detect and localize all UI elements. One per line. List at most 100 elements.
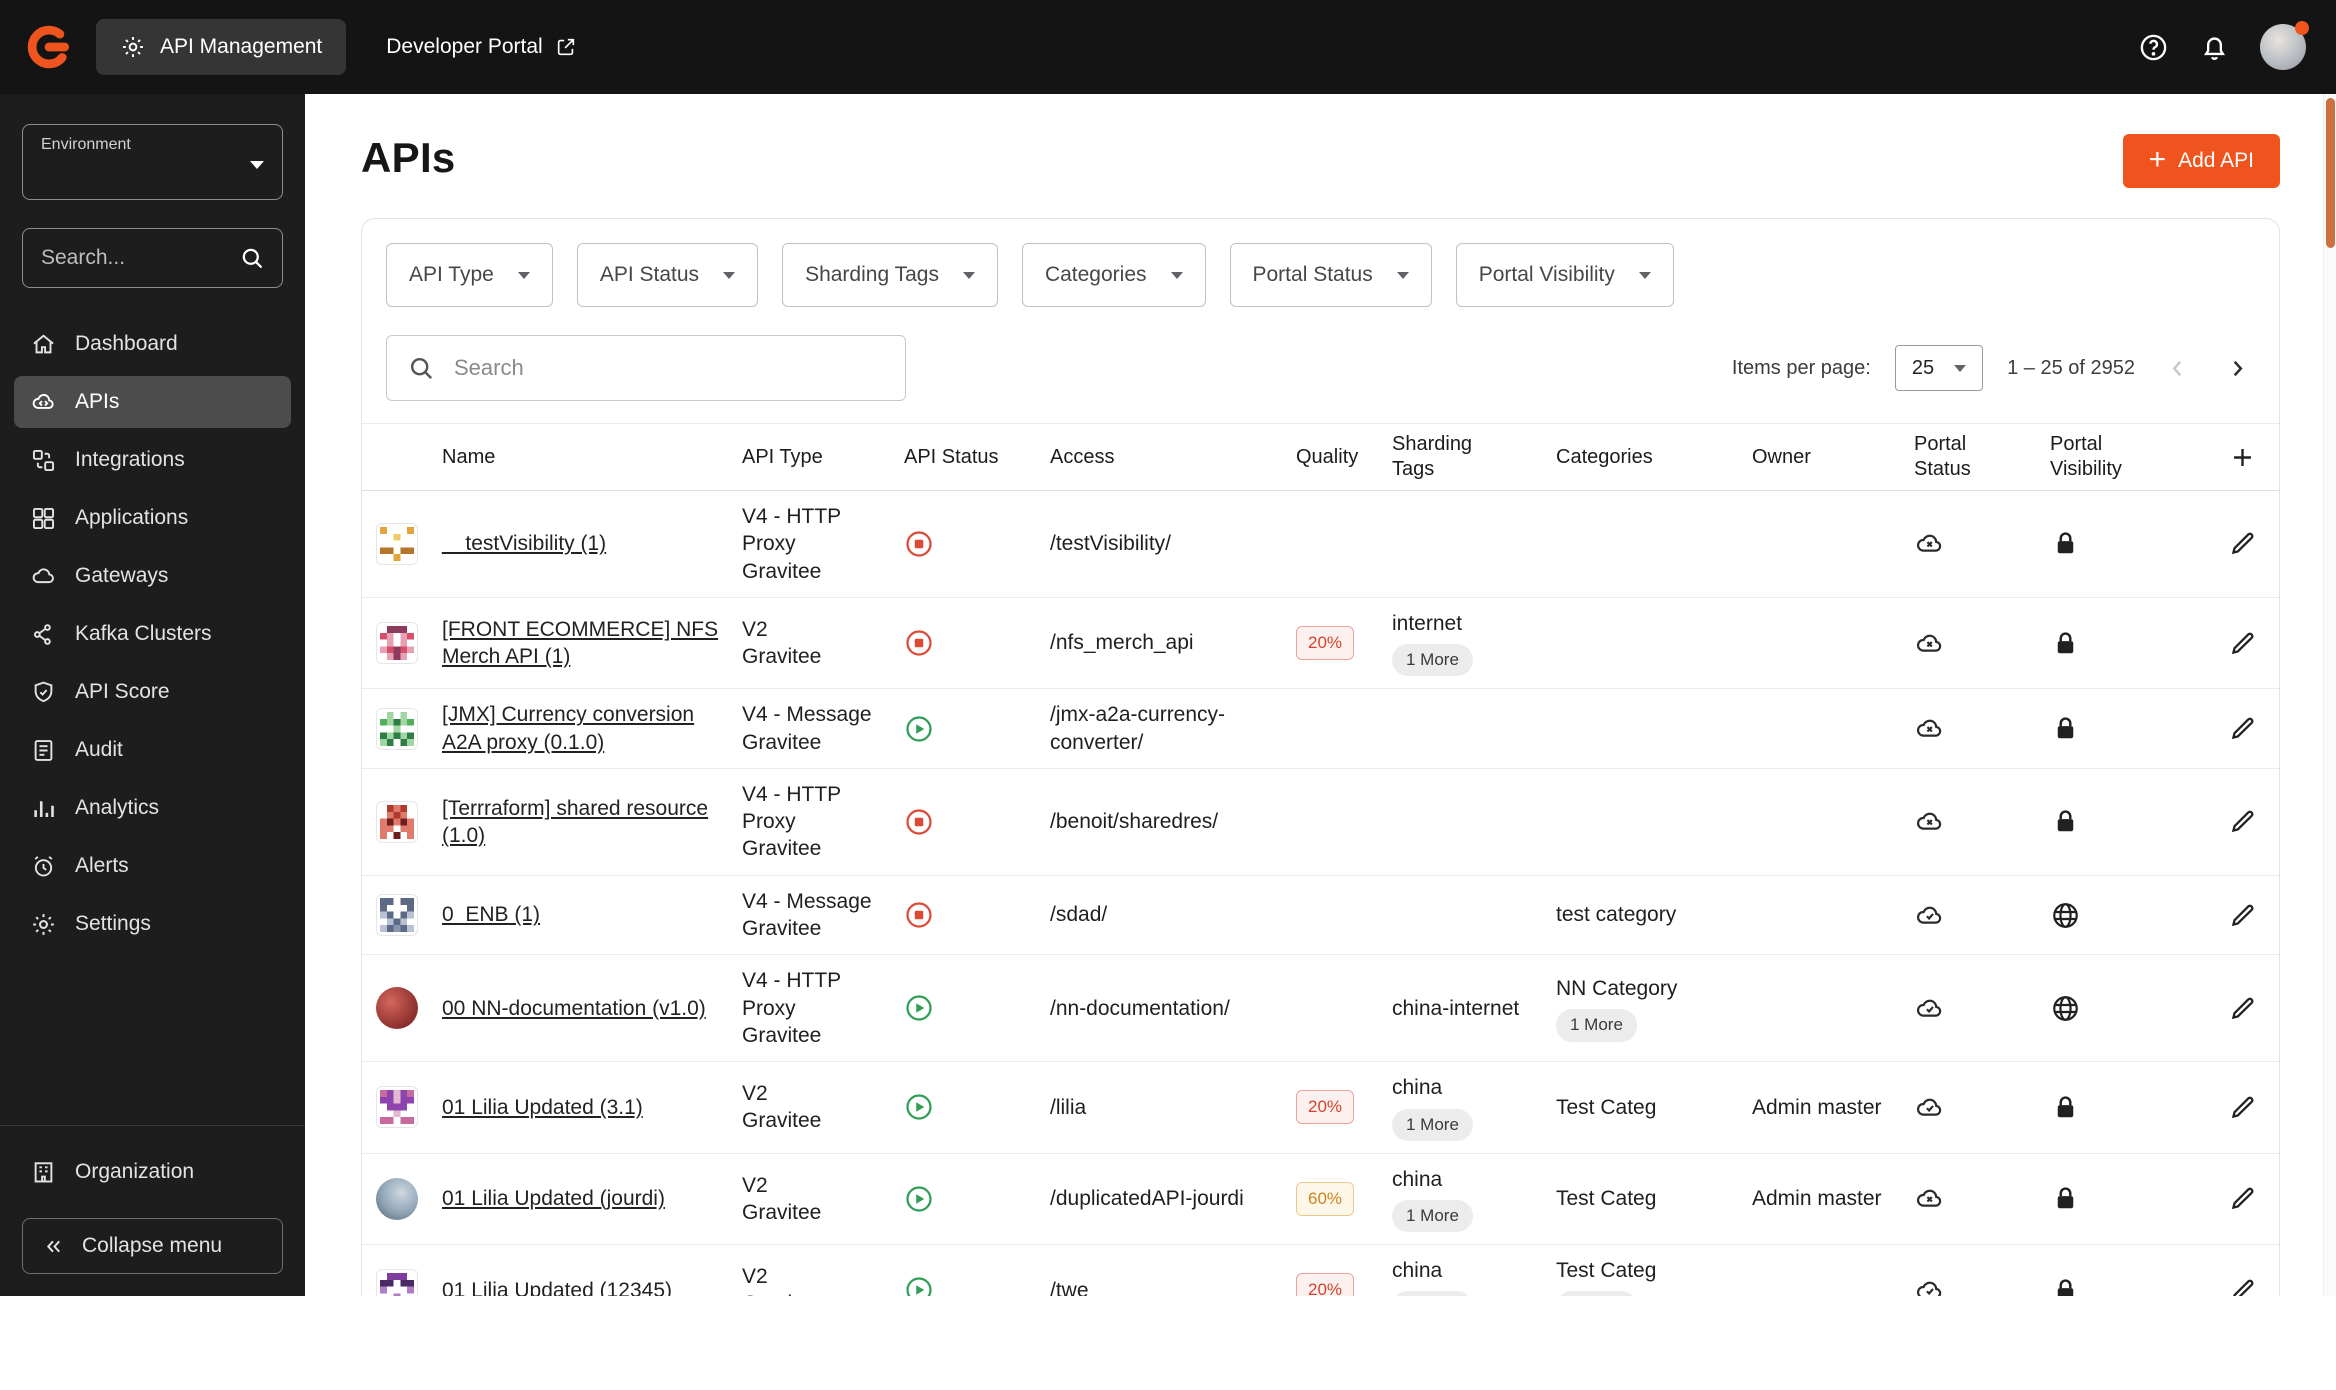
- quality-cell: 20%: [1296, 1090, 1392, 1124]
- portal-status-cell: [1914, 628, 2050, 659]
- gateways-icon: [30, 563, 57, 590]
- sidebar-item-settings[interactable]: Settings: [14, 898, 291, 950]
- sidebar-item-organization[interactable]: Organization: [14, 1146, 291, 1198]
- next-page-button[interactable]: [2219, 350, 2255, 386]
- filter-portal-status[interactable]: Portal Status: [1230, 243, 1432, 307]
- edit-api-button[interactable]: [2228, 1184, 2257, 1213]
- sharding-tag: china-internet: [1392, 995, 1519, 1022]
- categories-cell: test category: [1556, 901, 1752, 928]
- api-name-link[interactable]: [Terrraform] shared resource (1.0): [442, 797, 708, 847]
- notifications-button[interactable]: [2199, 32, 2230, 63]
- portal-status-cell: [1914, 1092, 2050, 1123]
- categories-more-chip[interactable]: 1 More: [1556, 1009, 1637, 1041]
- sidebar-search[interactable]: [22, 228, 283, 288]
- owner-cell: Admin master: [1752, 1094, 1914, 1121]
- sidebar-item-api-score[interactable]: API Score: [14, 666, 291, 718]
- filter-api-type[interactable]: API Type: [386, 243, 553, 307]
- help-button[interactable]: [2138, 32, 2169, 63]
- quality-badge: 20%: [1296, 1273, 1354, 1296]
- edit-api-button[interactable]: [2228, 994, 2257, 1023]
- add-column-button[interactable]: [2228, 443, 2257, 472]
- api-name-link[interactable]: 0_ENB (1): [442, 903, 540, 926]
- previous-page-button[interactable]: [2159, 350, 2195, 386]
- api-type-cell: V4 - MessageGravitee: [742, 701, 904, 756]
- sidebar-item-apis[interactable]: APIs: [14, 376, 291, 428]
- home-icon: [30, 331, 57, 358]
- collapse-menu-button[interactable]: Collapse menu: [22, 1218, 283, 1274]
- edit-api-button[interactable]: [2228, 807, 2257, 836]
- sidebar-item-alerts[interactable]: Alerts: [14, 840, 291, 892]
- chevron-left-icon: [2164, 355, 2191, 382]
- filter-sharding-tags[interactable]: Sharding Tags: [782, 243, 998, 307]
- api-management-button[interactable]: API Management: [96, 19, 346, 75]
- access-cell: /duplicatedAPI-jourdi: [1050, 1185, 1296, 1212]
- scrollbar-thumb[interactable]: [2326, 98, 2335, 248]
- table-search-input[interactable]: [452, 354, 885, 382]
- started-icon: [904, 1092, 934, 1122]
- sidebar-item-analytics[interactable]: Analytics: [14, 782, 291, 834]
- apis-card: API Type API Status Sharding Tags Categorie…: [361, 218, 2280, 1296]
- sidebar-search-input[interactable]: [39, 245, 229, 271]
- portal-visibility-cell: [2050, 528, 2182, 559]
- pencil-icon: [2228, 1184, 2257, 1213]
- api-name-link[interactable]: 01 Lilia Updated (12345): [442, 1279, 672, 1296]
- edit-api-button[interactable]: [2228, 629, 2257, 658]
- api-name-link[interactable]: [FRONT ECOMMERCE] NFS Merch API (1): [442, 618, 718, 668]
- api-name-link[interactable]: 01 Lilia Updated (jourdi): [442, 1187, 665, 1210]
- page-scrollbar[interactable]: [2323, 94, 2336, 1296]
- items-per-page-select[interactable]: 25: [1895, 345, 1983, 391]
- sidebar-item-audit[interactable]: Audit: [14, 724, 291, 776]
- edit-api-button[interactable]: [2228, 529, 2257, 558]
- quality-cell: 20%: [1296, 1273, 1392, 1296]
- pencil-icon: [2228, 714, 2257, 743]
- sidebar-item-gateways[interactable]: Gateways: [14, 550, 291, 602]
- quality-badge: 20%: [1296, 626, 1354, 660]
- developer-portal-link[interactable]: Developer Portal: [386, 35, 576, 59]
- sidebar-item-integrations[interactable]: Integrations: [14, 434, 291, 486]
- lock-icon: [2050, 1275, 2170, 1296]
- sidebar-item-dashboard[interactable]: Dashboard: [14, 318, 291, 370]
- api-name-link[interactable]: 01 Lilia Updated (3.1): [442, 1096, 643, 1119]
- table-body: __testVisibility (1)V4 - HTTP ProxyGravi…: [362, 491, 2279, 1296]
- api-name-link[interactable]: __testVisibility (1): [442, 532, 606, 555]
- api-status-cell: [904, 993, 1050, 1023]
- access-cell: /twe: [1050, 1277, 1296, 1296]
- col-header-name: Name: [442, 445, 742, 470]
- filter-portal-visibility[interactable]: Portal Visibility: [1456, 243, 1674, 307]
- filter-api-status[interactable]: API Status: [577, 243, 758, 307]
- edit-api-button[interactable]: [2228, 901, 2257, 930]
- api-avatar: [376, 987, 418, 1029]
- cloud-published-icon: [1914, 1275, 2038, 1296]
- gear-icon: [120, 34, 146, 60]
- table-row: 01 Lilia Updated (12345)V2Gravitee/twe20…: [362, 1245, 2279, 1296]
- sharding-more-chip[interactable]: 1 More: [1392, 1291, 1473, 1296]
- category-label: test category: [1556, 901, 1676, 928]
- filter-categories[interactable]: Categories: [1022, 243, 1206, 307]
- cloud-unpublished-icon: [1914, 713, 2038, 744]
- user-avatar[interactable]: [2260, 24, 2306, 70]
- alerts-icon: [30, 853, 57, 880]
- api-name-link[interactable]: [JMX] Currency conversion A2A proxy (0.1…: [442, 703, 694, 753]
- sidebar: Environment Dashboard APIs Integrations App…: [0, 94, 305, 1296]
- sidebar-item-kafka-clusters[interactable]: Kafka Clusters: [14, 608, 291, 660]
- edit-api-button[interactable]: [2228, 1276, 2257, 1296]
- sharding-more-chip[interactable]: 1 More: [1392, 1200, 1473, 1232]
- sharding-more-chip[interactable]: 1 More: [1392, 1109, 1473, 1141]
- sharding-more-chip[interactable]: 1 More: [1392, 644, 1473, 676]
- edit-api-button[interactable]: [2228, 714, 2257, 743]
- applications-icon: [30, 505, 57, 532]
- categories-cell: Test Categ1 More: [1556, 1257, 1752, 1296]
- categories-more-chip[interactable]: 1 More: [1556, 1291, 1637, 1296]
- add-api-button[interactable]: + Add API: [2123, 134, 2280, 188]
- page-title: APIs: [361, 134, 456, 182]
- score-icon: [30, 679, 57, 706]
- cloud-unpublished-icon: [1914, 528, 2038, 559]
- table-search[interactable]: [386, 335, 906, 401]
- api-name-link[interactable]: 00 NN-documentation (v1.0): [442, 997, 706, 1020]
- edit-api-button[interactable]: [2228, 1093, 2257, 1122]
- sidebar-item-applications[interactable]: Applications: [14, 492, 291, 544]
- lock-icon: [2050, 628, 2170, 659]
- environment-select[interactable]: Environment: [22, 124, 283, 200]
- chevron-down-icon: [1954, 365, 1966, 372]
- organization-icon: [30, 1159, 57, 1186]
